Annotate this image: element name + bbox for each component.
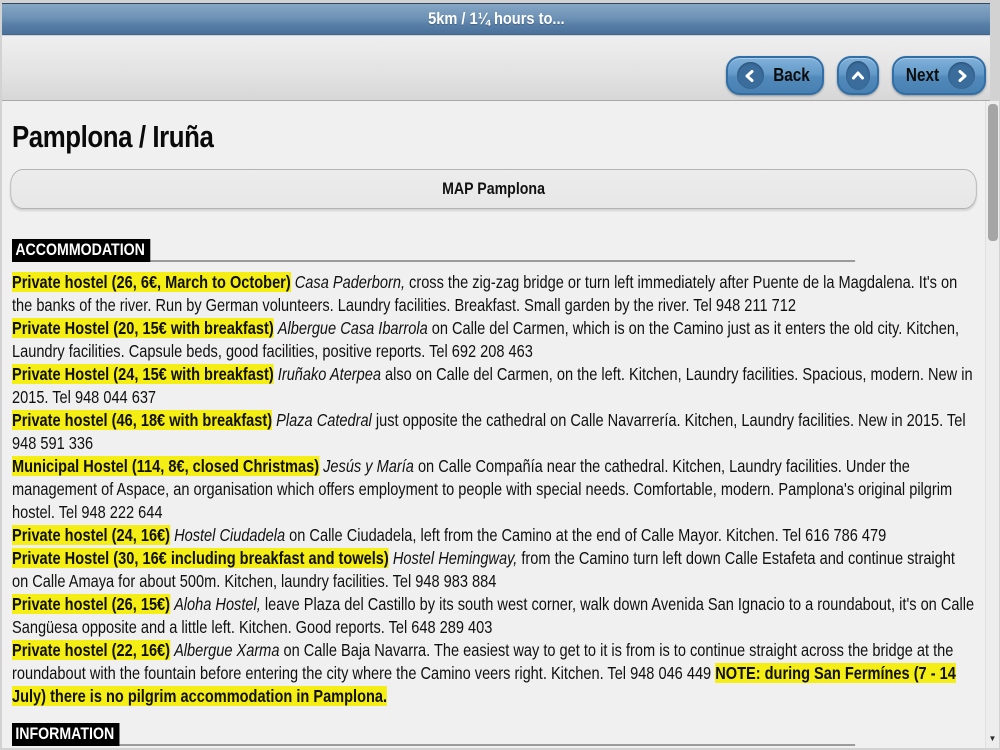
section-header-label: ACCOMMODATION [11, 239, 150, 262]
entry-hostel-name: Albergue Xarma [174, 640, 280, 660]
entry-hostel-name: Albergue Casa Ibarrola [277, 318, 428, 338]
back-button[interactable]: Back [725, 56, 824, 95]
entry-highlight: Private hostel (26, 15€) [11, 594, 171, 614]
chevron-right-icon [948, 62, 975, 89]
scrollbar-thumb[interactable] [988, 104, 998, 241]
accommodation-entry: Private Hostel (24, 15€ with breakfast) … [11, 363, 975, 409]
entry-highlight: Private hostel (26, 6€, March to October… [11, 272, 291, 292]
page-title: Pamplona / Iruña [11, 119, 214, 154]
accommodation-entry: Private hostel (46, 18€ with breakfast) … [11, 409, 975, 455]
back-button-label: Back [773, 65, 810, 85]
section-divider-line [11, 744, 855, 746]
entry-highlight: Private hostel (24, 16€) [11, 525, 171, 545]
entry-hostel-name: Jesús y María [323, 456, 414, 476]
entry-hostel-name: Plaza Catedral [276, 410, 372, 430]
title-bar-text: 5km / 1¼ hours to... [427, 9, 565, 28]
entry-highlight: Private hostel (22, 16€) [11, 640, 171, 660]
entry-description: on Calle Ciudadela, left from the Camino… [285, 525, 887, 545]
accommodation-list: Private hostel (26, 6€, March to October… [11, 271, 975, 708]
entry-highlight: Private hostel (46, 18€ with breakfast) [11, 410, 273, 430]
scrollbar[interactable]: ▼ [985, 101, 999, 748]
toolbar: Back Next [2, 36, 990, 101]
entry-hostel-name: Casa Paderborn, [294, 272, 405, 292]
title-bar: 5km / 1¼ hours to... [2, 3, 990, 35]
scroll-to-top-button[interactable] [836, 56, 879, 95]
entry-highlight: Municipal Hostel (114, 8€, closed Christ… [11, 456, 320, 476]
entry-highlight: Private Hostel (24, 15€ with breakfast) [11, 364, 274, 384]
accommodation-entry: Private hostel (26, 15€) Aloha Hostel, l… [11, 593, 975, 639]
accommodation-entry: Private hostel (24, 16€) Hostel Ciudadel… [11, 524, 975, 547]
entry-hostel-name: Hostel Hemingway, [392, 548, 518, 568]
accommodation-entry: Municipal Hostel (114, 8€, closed Christ… [11, 455, 975, 524]
chevron-left-icon [736, 62, 764, 89]
content-area: Pamplona / Iruña MAP Pamplona ACCOMMODAT… [2, 101, 985, 748]
entry-highlight: Private Hostel (30, 16€ including breakf… [11, 548, 389, 568]
entry-highlight: Private Hostel (20, 15€ with breakfast) [11, 318, 274, 338]
entry-hostel-name: Aloha Hostel, [174, 594, 261, 614]
accommodation-entry: Private Hostel (20, 15€ with breakfast) … [11, 317, 975, 363]
section-header-accommodation: ACCOMMODATION [11, 239, 975, 262]
accommodation-entry: Private hostel (26, 6€, March to October… [11, 271, 975, 317]
map-pamplona-button[interactable]: MAP Pamplona [10, 169, 977, 209]
entry-hostel-name: Iruñako Aterpea [277, 364, 381, 384]
scroll-down-icon[interactable]: ▼ [986, 735, 999, 743]
chevron-up-icon [845, 61, 870, 90]
accommodation-entry: Private hostel (22, 16€) Albergue Xarma … [11, 639, 975, 708]
next-button-label: Next [905, 65, 940, 85]
section-header-information: INFORMATION [11, 723, 975, 746]
entry-hostel-name: Hostel Ciudadela [174, 525, 286, 545]
section-header-label: INFORMATION [11, 723, 120, 746]
next-button[interactable]: Next [891, 56, 986, 95]
accommodation-entry: Private Hostel (30, 16€ including breakf… [11, 547, 975, 593]
